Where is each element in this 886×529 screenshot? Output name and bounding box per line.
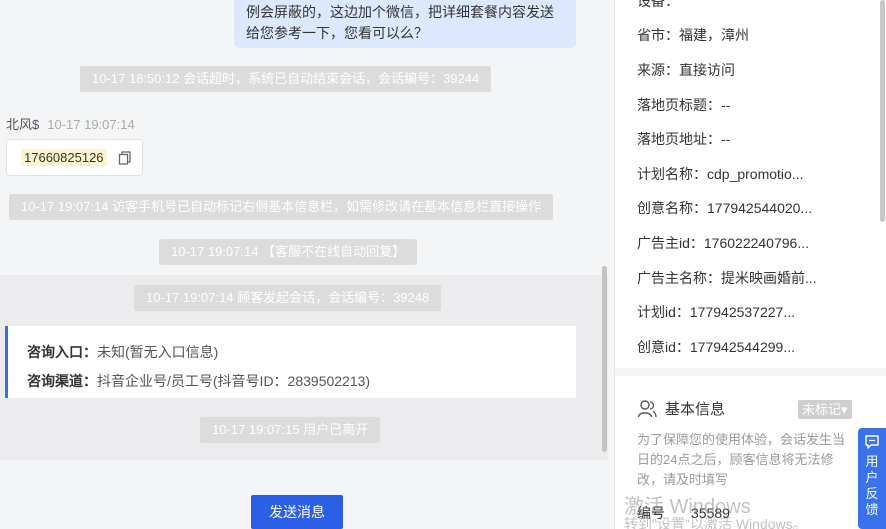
feedback-chat-icon <box>865 435 879 449</box>
creative-id-row: 创意id：177942544299... <box>637 339 795 355</box>
creative-name-row: 创意名称：177942544020... <box>637 200 813 216</box>
system-message-phone-marked: 10-17 19:07:14 访客手机号已自动标记右侧基本信息栏，如需修改请在基… <box>9 194 554 220</box>
edit-notice: 为了保障您的使用体验，会话发生当日的24点之后，顾客信息将无法修改，请及时填写 <box>637 432 846 487</box>
section-divider <box>615 368 886 376</box>
phone-number[interactable]: 17660825126 <box>21 149 107 166</box>
copy-icon[interactable] <box>118 151 132 165</box>
consult-entry-row: 咨询入口：未知(暂无入口信息) <box>27 338 576 367</box>
consult-channel-value: 抖音企业号/员工号(抖音号ID：2839502213) <box>97 373 371 389</box>
advertiser-id-row: 广告主id：176022240796... <box>637 235 809 251</box>
user-feedback-button[interactable]: 用户反馈 <box>858 428 886 529</box>
system-message-auto-reply: 10-17 19:07:14 【客服不在线自动回复】 <box>159 239 418 265</box>
consult-channel-label: 咨询渠道： <box>27 373 97 389</box>
panel-scrollbar[interactable] <box>880 0 885 222</box>
sender-name: 北风$ <box>6 117 40 132</box>
sender-time: 10-17 19:07:14 <box>47 117 135 132</box>
mark-status-dropdown[interactable]: 未标记▾ <box>798 400 852 419</box>
landing-title-row: 落地页标题：-- <box>637 97 731 113</box>
chat-message-list: 例会屏蔽的，这边加个微信，把详细套餐内容发送给您参考一下，您看可以么？ 10-1… <box>0 0 614 460</box>
landing-url-row: 落地页地址：-- <box>637 131 731 147</box>
basic-info-header: 基本信息 <box>637 398 725 419</box>
feedback-label: 用户反馈 <box>865 454 879 517</box>
plan-id-row: 计划id：177942537227... <box>637 304 795 320</box>
visitor-info-panel: 设备： 省市：福建，漳州 来源：直接访问 落地页标题：-- 落地页地址：-- 计… <box>614 0 886 529</box>
consult-entry-label: 咨询入口： <box>27 344 97 360</box>
system-message-timeout: 10-17 18:50:12 会话超时，系统已自动结束会话，会话编号：39244 <box>80 66 492 92</box>
chat-area: 例会屏蔽的，这边加个微信，把详细套餐内容发送给您参考一下，您看可以么？ 10-1… <box>0 0 614 529</box>
basic-info-title: 基本信息 <box>665 401 726 418</box>
device-row: 设备： <box>637 0 679 9</box>
source-row: 来源：直接访问 <box>637 62 735 78</box>
send-message-button[interactable]: 发送消息 <box>251 495 343 529</box>
phone-message-card: 17660825126 <box>6 139 143 176</box>
system-message-user-left: 10-17 19:07:15 用户已离开 <box>200 417 381 443</box>
advertiser-name-row: 广告主名称：提米映画婚前... <box>637 270 817 286</box>
chat-scrollbar[interactable] <box>602 266 607 452</box>
consult-info-card: 咨询入口：未知(暂无入口信息) 咨询渠道：抖音企业号/员工号(抖音号ID：283… <box>5 326 576 398</box>
sender-line: 北风$ 10-17 19:07:14 <box>6 114 135 133</box>
consult-entry-value: 未知(暂无入口信息) <box>97 344 219 360</box>
user-group-icon <box>637 399 657 417</box>
province-row: 省市：福建，漳州 <box>637 27 749 43</box>
consult-channel-row: 咨询渠道：抖音企业号/员工号(抖音号ID：2839502213) <box>27 367 576 396</box>
plan-name-row: 计划名称：cdp_promotio... <box>637 166 804 182</box>
system-message-new-session: 10-17 19:07:14 顾客发起会话，会话编号：39248 <box>134 285 442 311</box>
agent-message-bubble: 例会屏蔽的，这边加个微信，把详细套餐内容发送给您参考一下，您看可以么？ <box>234 0 576 48</box>
windows-activation-hint: 转到"设置"以激活 Windows。 <box>624 516 807 529</box>
